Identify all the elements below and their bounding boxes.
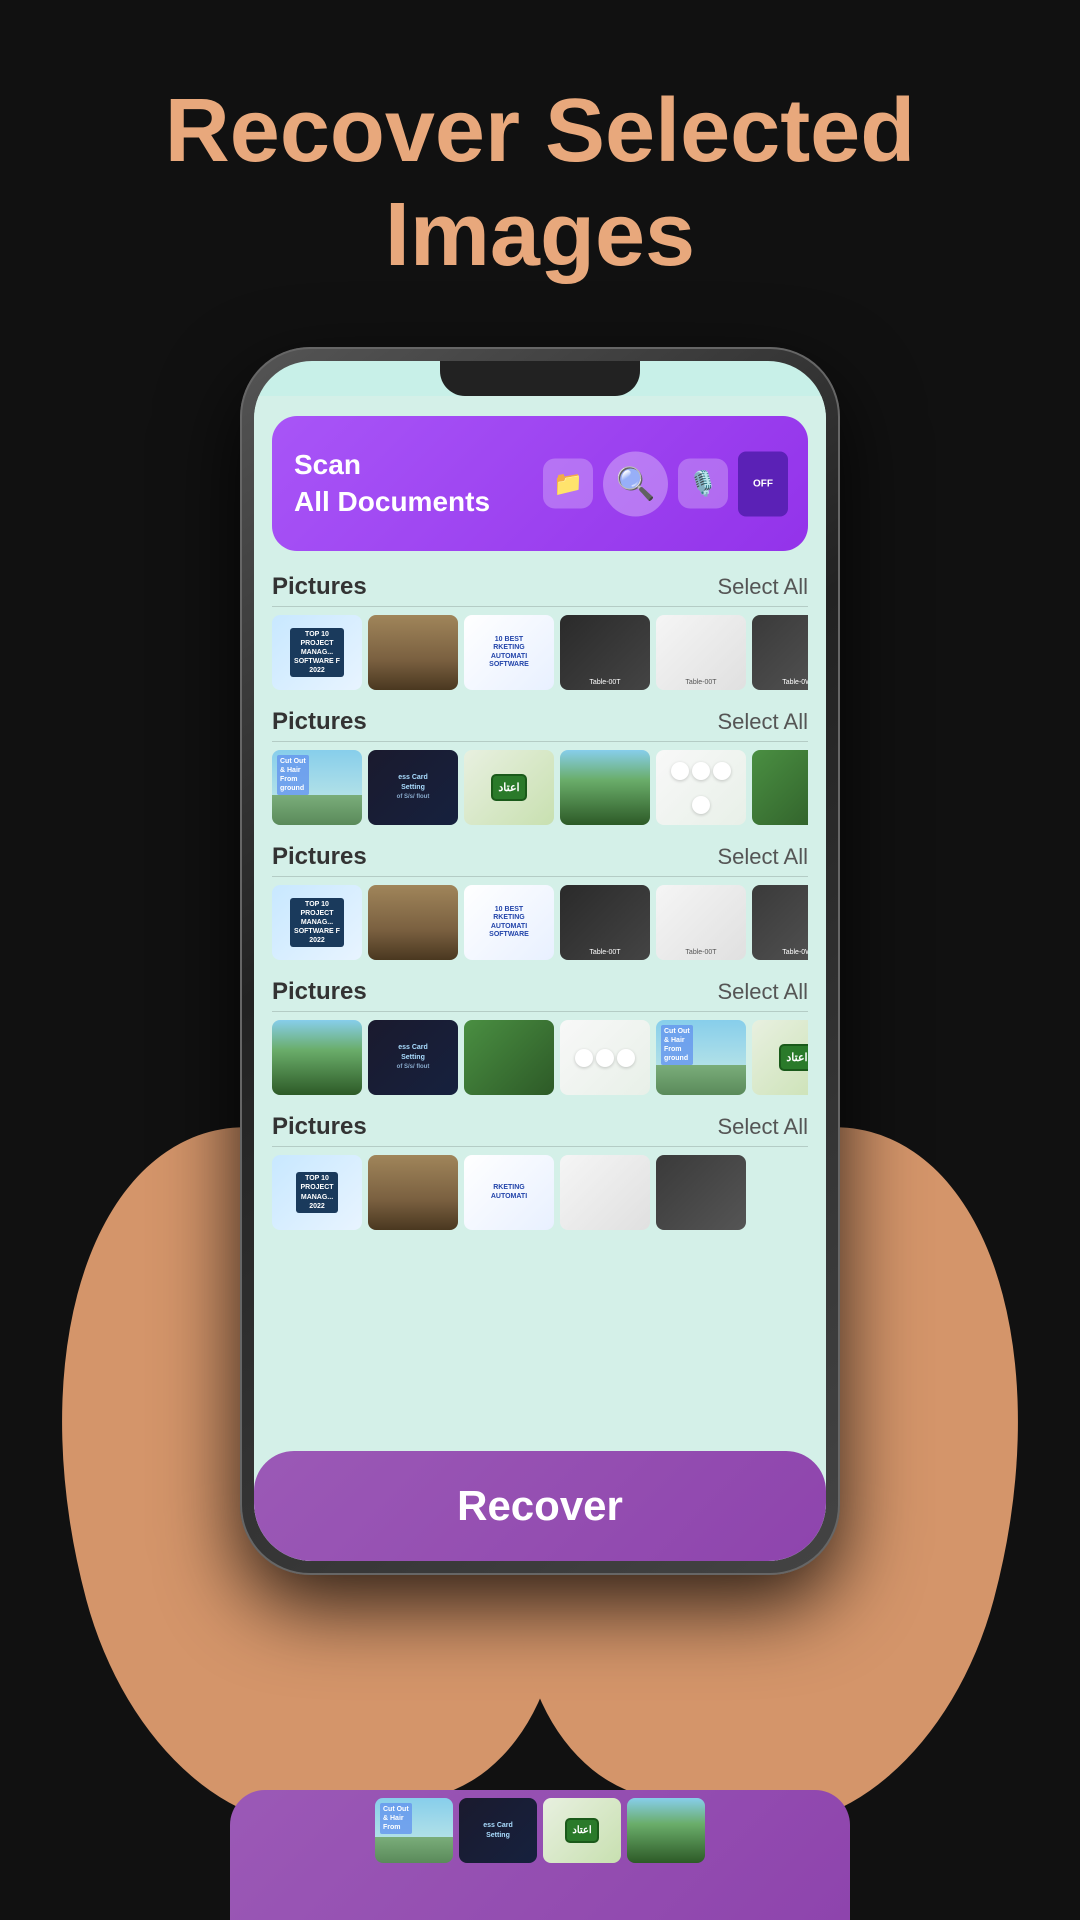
phone-screen: Scan All Documents 📁 🔍 🎙️ OFF xyxy=(254,396,826,1561)
thumbnail-s4-2[interactable]: ess CardSettingof S/s/ flout xyxy=(368,1020,458,1095)
thumbnail-green-moss[interactable] xyxy=(752,750,808,825)
thumbnail-card-setting[interactable]: ess CardSettingof S/s/ flout xyxy=(368,750,458,825)
section-2-header: Pictures Select All xyxy=(272,708,808,742)
thumbnail-3[interactable]: 10 BESTRKETINGAUTOMATISOFTWARE xyxy=(464,615,554,690)
pdf-icon: OFF xyxy=(738,451,788,516)
thumbnail-white-flowers[interactable] xyxy=(656,750,746,825)
screen-scroll: Scan All Documents 📁 🔍 🎙️ OFF xyxy=(254,396,826,1230)
title-area: Recover Selected Images xyxy=(0,0,1080,327)
section-1-thumbnails: TOP 10PROJECTMANAG...SOFTWARE F2022 xyxy=(272,615,808,690)
thumbnail-s3-1[interactable]: TOP 10PROJECTMANAG...SOFTWARE F2022 xyxy=(272,885,362,960)
thumbnail-s5-2[interactable] xyxy=(368,1155,458,1230)
banner-icons: 📁 🔍 🎙️ OFF xyxy=(543,451,788,516)
thumbnail-s5-5[interactable] xyxy=(656,1155,746,1230)
section-3-title: Pictures xyxy=(272,843,367,871)
section-5-title: Pictures xyxy=(272,1113,367,1141)
thumbnail-s3-6[interactable]: Table-0W xyxy=(752,885,808,960)
phone-mockup: Scan All Documents 📁 🔍 🎙️ OFF xyxy=(240,347,840,1575)
thumbnail-4[interactable]: Table-00T xyxy=(560,615,650,690)
thumbnail-s5-1[interactable]: TOP 10PROJECTMANAG...2022 xyxy=(272,1155,362,1230)
page-title: Recover Selected Images xyxy=(40,80,1040,287)
section-2-thumbnails: Cut Out& HairFromground ess CardSettingo… xyxy=(272,750,808,825)
bottom-thumb-3[interactable]: اعتاد xyxy=(543,1798,621,1863)
thumbnail-5[interactable]: Table-00T xyxy=(656,615,746,690)
bottom-thumb-2[interactable]: ess CardSetting xyxy=(459,1798,537,1863)
section-2-select-all[interactable]: Select All xyxy=(718,709,809,735)
section-4-title: Pictures xyxy=(272,978,367,1006)
section-4-select-all[interactable]: Select All xyxy=(718,979,809,1005)
thumbnail-2[interactable] xyxy=(368,615,458,690)
section-4-thumbnails: ess CardSettingof S/s/ flout xyxy=(272,1020,808,1095)
page-background: Recover Selected Images Scan xyxy=(0,0,1080,1920)
thumbnail-cutout[interactable]: Cut Out& HairFromground xyxy=(272,750,362,825)
thumbnail-green-mountain[interactable] xyxy=(560,750,650,825)
pictures-section-2: Pictures Select All Cut Out& HairFromgro… xyxy=(272,708,808,825)
section-1-header: Pictures Select All xyxy=(272,573,808,607)
section-3-thumbnails: TOP 10PROJECTMANAG...SOFTWARE F2022 10 B… xyxy=(272,885,808,960)
pictures-section-1: Pictures Select All TOP 10PROJECTMANAG..… xyxy=(272,573,808,690)
section-3-select-all[interactable]: Select All xyxy=(718,844,809,870)
section-1-title: Pictures xyxy=(272,573,367,601)
thumbnail-s5-4[interactable] xyxy=(560,1155,650,1230)
search-icon: 🔍 xyxy=(603,451,668,516)
thumbnail-s4-5[interactable]: Cut Out& HairFromground xyxy=(656,1020,746,1095)
thumbnail-s4-3[interactable] xyxy=(464,1020,554,1095)
thumbnail-s4-1[interactable] xyxy=(272,1020,362,1095)
thumbnail-s3-2[interactable] xyxy=(368,885,458,960)
thumbnail-s5-3[interactable]: RKETINGAUTOMATI xyxy=(464,1155,554,1230)
banner-text: Scan All Documents xyxy=(294,447,490,520)
section-5-header: Pictures Select All xyxy=(272,1113,808,1147)
thumbnail-s4-4[interactable] xyxy=(560,1020,650,1095)
mic-icon: 🎙️ xyxy=(678,459,728,509)
section-1-select-all[interactable]: Select All xyxy=(718,574,809,600)
section-5-select-all[interactable]: Select All xyxy=(718,1114,809,1140)
recover-button-label: Recover xyxy=(457,1482,623,1530)
thumbnail-s4-6[interactable]: اعتاد xyxy=(752,1020,808,1095)
thumbnail-1[interactable]: TOP 10PROJECTMANAG...SOFTWARE F2022 xyxy=(272,615,362,690)
thumbnail-s3-5[interactable]: Table-00T xyxy=(656,885,746,960)
thumbnail-6[interactable]: Table-0W xyxy=(752,615,808,690)
scan-banner[interactable]: Scan All Documents 📁 🔍 🎙️ OFF xyxy=(272,416,808,551)
bottom-recover-bar: Cut Out& HairFrom ess CardSetting اعتاد xyxy=(230,1790,850,1920)
section-2-title: Pictures xyxy=(272,708,367,736)
phone-notch xyxy=(440,361,640,396)
phone-inner: Scan All Documents 📁 🔍 🎙️ OFF xyxy=(254,361,826,1561)
pictures-section-4: Pictures Select All xyxy=(272,978,808,1095)
thumbnail-itad[interactable]: اعتاد xyxy=(464,750,554,825)
thumbnail-s3-3[interactable]: 10 BESTRKETINGAUTOMATISOFTWARE xyxy=(464,885,554,960)
folder-icon: 📁 xyxy=(543,459,593,509)
pictures-section-5: Pictures Select All TOP 10PROJECTMANAG..… xyxy=(272,1113,808,1230)
section-5-thumbnails: TOP 10PROJECTMANAG...2022 RKETINGAUTOMAT… xyxy=(272,1155,808,1230)
bottom-thumb-4[interactable] xyxy=(627,1798,705,1863)
recover-bar[interactable]: Recover xyxy=(254,1451,826,1561)
thumbnail-s3-4[interactable]: Table-00T xyxy=(560,885,650,960)
section-3-header: Pictures Select All xyxy=(272,843,808,877)
pictures-section-3: Pictures Select All TOP 10PROJECTMANAG..… xyxy=(272,843,808,960)
section-4-header: Pictures Select All xyxy=(272,978,808,1012)
phone-outer: Scan All Documents 📁 🔍 🎙️ OFF xyxy=(240,347,840,1575)
bottom-thumb-1[interactable]: Cut Out& HairFrom xyxy=(375,1798,453,1863)
